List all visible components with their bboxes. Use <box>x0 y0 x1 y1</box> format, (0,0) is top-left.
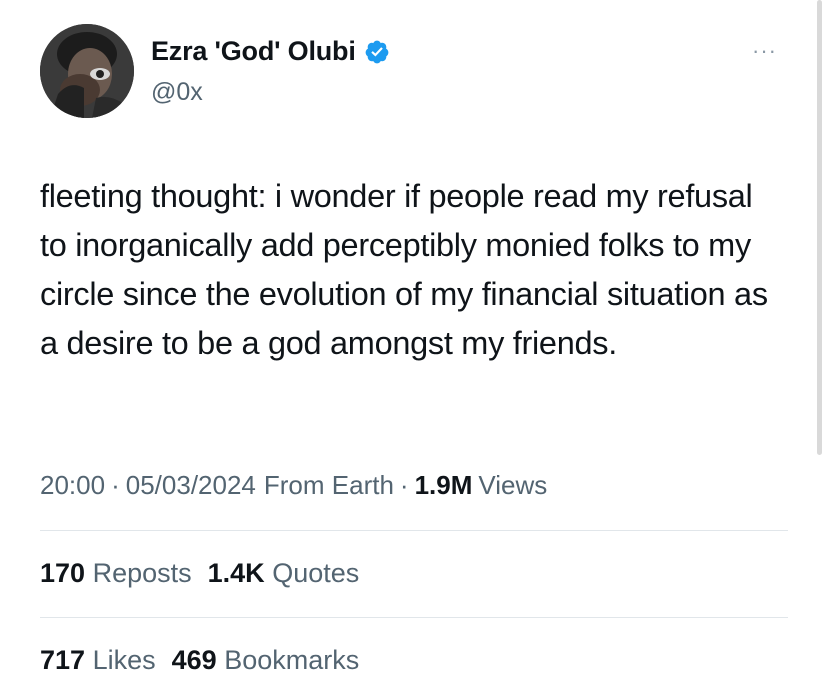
avatar[interactable] <box>40 24 134 118</box>
views-count: 1.9M <box>414 470 473 500</box>
stats-row-likes: 717 Likes 469 Bookmarks <box>40 645 359 676</box>
verified-badge-icon[interactable] <box>364 39 390 65</box>
quotes-stat[interactable]: 1.4K Quotes <box>208 558 360 589</box>
avatar-photo <box>40 24 134 118</box>
reposts-count: 170 <box>40 558 86 588</box>
quotes-label: Quotes <box>272 558 360 588</box>
tweet-text: fleeting thought: i wonder if people rea… <box>40 178 768 361</box>
bookmarks-stat[interactable]: 469 Bookmarks <box>172 645 360 676</box>
bookmarks-count: 469 <box>171 645 217 675</box>
author-display-name[interactable]: Ezra 'God' Olubi <box>151 36 356 67</box>
divider <box>40 617 788 618</box>
scrollbar[interactable] <box>817 0 822 455</box>
divider <box>40 530 788 531</box>
more-options-icon[interactable]: ··· <box>752 38 777 64</box>
author-name-row: Ezra 'God' Olubi <box>151 36 390 67</box>
likes-stat[interactable]: 717 Likes <box>40 645 156 676</box>
likes-label: Likes <box>92 645 156 675</box>
stats-row-reposts: 170 Reposts 1.4K Quotes <box>40 558 359 589</box>
tweet-source: From Earth <box>263 470 394 500</box>
tweet-meta: 20:00 · 05/03/2024 From Earth · 1.9M Vie… <box>40 470 547 501</box>
likes-count: 717 <box>40 645 86 675</box>
reposts-stat[interactable]: 170 Reposts <box>40 558 192 589</box>
reposts-label: Reposts <box>92 558 192 588</box>
meta-separator: · <box>111 470 120 500</box>
bookmarks-label: Bookmarks <box>224 645 360 675</box>
quotes-count: 1.4K <box>207 558 265 588</box>
views-label: Views <box>478 470 548 500</box>
tweet-time[interactable]: 20:00 <box>40 470 105 501</box>
meta-separator: · <box>399 470 409 500</box>
author-handle[interactable]: @0x <box>151 78 203 107</box>
tweet-date[interactable]: 05/03/2024 <box>126 470 256 501</box>
